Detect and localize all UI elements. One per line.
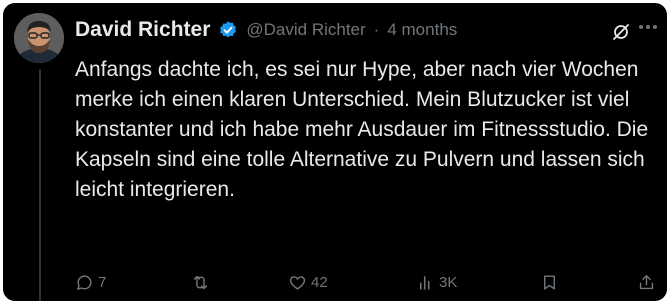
thread-line <box>39 69 41 301</box>
verified-badge-icon <box>218 20 238 40</box>
bookmark-button[interactable] <box>540 271 559 293</box>
post-time[interactable]: 4 months <box>387 20 457 40</box>
views-count: 3K <box>439 273 458 291</box>
post-header: David Richter @David Richter · 4 months <box>75 15 457 45</box>
separator-dot: · <box>373 20 380 39</box>
reply-button[interactable]: 7 <box>75 271 106 293</box>
repost-button[interactable] <box>191 271 214 293</box>
share-icon <box>639 274 654 289</box>
like-count: 42 <box>311 273 328 291</box>
reply-count: 7 <box>98 273 107 291</box>
tweet-card[interactable]: David Richter @David Richter · 4 months … <box>3 3 667 301</box>
share-button[interactable] <box>637 271 656 293</box>
bookmark-icon <box>544 274 555 290</box>
action-bar: 7 42 3K <box>75 267 659 297</box>
repost-icon <box>193 275 208 289</box>
reply-icon <box>77 274 92 290</box>
post-text: Anfangs dachte ich, es sei nur Hype, abe… <box>75 58 649 201</box>
author-name[interactable]: David Richter <box>75 18 210 42</box>
more-icon[interactable] <box>639 25 657 29</box>
author-handle[interactable]: @David Richter <box>246 20 365 40</box>
like-icon <box>289 275 306 290</box>
like-button[interactable]: 42 <box>288 271 328 293</box>
avatar[interactable] <box>14 13 64 63</box>
views-button[interactable]: 3K <box>416 271 457 293</box>
grok-icon[interactable] <box>611 22 631 42</box>
views-icon <box>419 275 430 290</box>
